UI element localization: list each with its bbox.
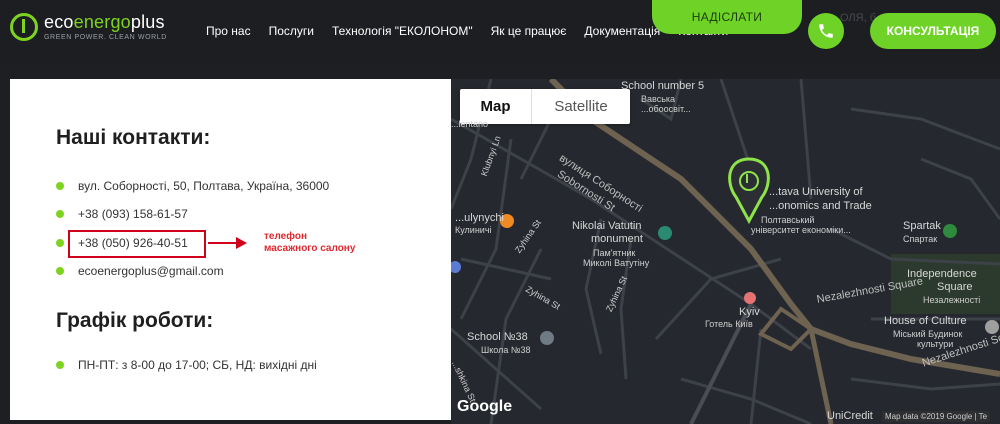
schedule-title: Графік роботи: bbox=[56, 309, 214, 332]
contacts-title: Наші контакти: bbox=[56, 126, 211, 149]
map-attribution[interactable]: Map data ©2019 Google | Te bbox=[882, 411, 991, 422]
nav-how-it-works[interactable]: Як це працює bbox=[491, 24, 567, 38]
logo[interactable]: ecoenergoplus GREEN POWER. CLEAN WORLD bbox=[10, 12, 167, 41]
map-label-kulynychi-ua: Кулиничі bbox=[455, 225, 492, 235]
map-label-kulynychi: ...ulynychi bbox=[455, 212, 504, 224]
map-label-kyiv-ua: Готель Київ bbox=[705, 319, 753, 329]
map-label-university-ua2: університет економіки... bbox=[751, 225, 851, 235]
map-label-university1: ...tava University of bbox=[769, 186, 863, 198]
annotation-text: телефон масажного салону bbox=[264, 231, 356, 254]
map-label-school5: School number 5 bbox=[621, 80, 705, 92]
contact-phone-1: +38 (093) 158-61-57 bbox=[56, 207, 188, 221]
google-logo: Google bbox=[457, 398, 513, 415]
map-label-university2: ...onomics and Trade bbox=[769, 200, 872, 212]
logo-icon bbox=[10, 12, 38, 41]
annotation-highlight-box bbox=[68, 230, 206, 258]
map-label-vatutin-ua2: Миколі Ватутіну bbox=[583, 258, 650, 268]
map-label-independence-ua: Незалежності bbox=[923, 295, 981, 305]
bullet-icon bbox=[56, 210, 64, 218]
logo-name: ecoenergoplus bbox=[44, 12, 165, 32]
map-label-school38-ua: Школа №38 bbox=[481, 345, 531, 355]
map-label-school5-ua2: ...обоосвіт... bbox=[641, 104, 691, 114]
map-label-vatutin: Nikolai Vatutin bbox=[572, 220, 642, 232]
logo-tagline: GREEN POWER. CLEAN WORLD bbox=[44, 34, 167, 41]
map[interactable]: Map Satellite School number 5 Вавська ..… bbox=[451, 79, 1000, 424]
map-label-school38: School №38 bbox=[467, 331, 528, 343]
contact-address: вул. Соборності, 50, Полтава, Україна, 3… bbox=[56, 179, 329, 193]
consultation-button[interactable]: КОНСУЛЬТАЦІЯ bbox=[870, 13, 996, 49]
ghost-text: ОЛЯ, б bbox=[840, 12, 877, 24]
send-button[interactable]: НАДІСЛАТИ bbox=[652, 0, 802, 34]
phone-button[interactable] bbox=[808, 13, 844, 49]
bullet-icon bbox=[56, 361, 64, 369]
map-label-spartak-ua: Спартак bbox=[903, 234, 938, 244]
phone-icon bbox=[819, 24, 833, 38]
tab-satellite[interactable]: Satellite bbox=[532, 89, 630, 124]
contacts-panel: Наші контакти: вул. Соборності, 50, Полт… bbox=[10, 79, 451, 420]
bullet-icon bbox=[56, 267, 64, 275]
nav-technology[interactable]: Технологія "ЕКОЛОНОМ" bbox=[332, 24, 473, 38]
annotation-arrow-icon bbox=[208, 237, 247, 249]
nav-about[interactable]: Про нас bbox=[206, 24, 251, 38]
map-canvas bbox=[451, 79, 1000, 424]
map-label-spartak: Spartak bbox=[903, 220, 941, 232]
bullet-icon bbox=[56, 182, 64, 190]
map-label-vatutin2: monument bbox=[591, 233, 643, 245]
contact-email: ecoenergoplus@gmail.com bbox=[56, 264, 224, 278]
bullet-icon bbox=[56, 239, 64, 247]
nav-documentation[interactable]: Документація bbox=[584, 24, 660, 38]
map-label-lentano: ...lentano bbox=[451, 119, 489, 129]
map-label-house-culture: House of Culture bbox=[884, 315, 967, 327]
map-label-kyiv: Kyiv bbox=[739, 306, 760, 318]
header: ecoenergoplus GREEN POWER. CLEAN WORLD П… bbox=[0, 0, 1000, 64]
map-label-unicredit: UniCredit bbox=[827, 410, 873, 422]
schedule-item: ПН-ПТ: з 8-00 до 17-00; СБ, НД: вихідні … bbox=[56, 358, 317, 372]
nav-services[interactable]: Послуги bbox=[269, 24, 314, 38]
map-label-independence2: Square bbox=[937, 281, 973, 293]
